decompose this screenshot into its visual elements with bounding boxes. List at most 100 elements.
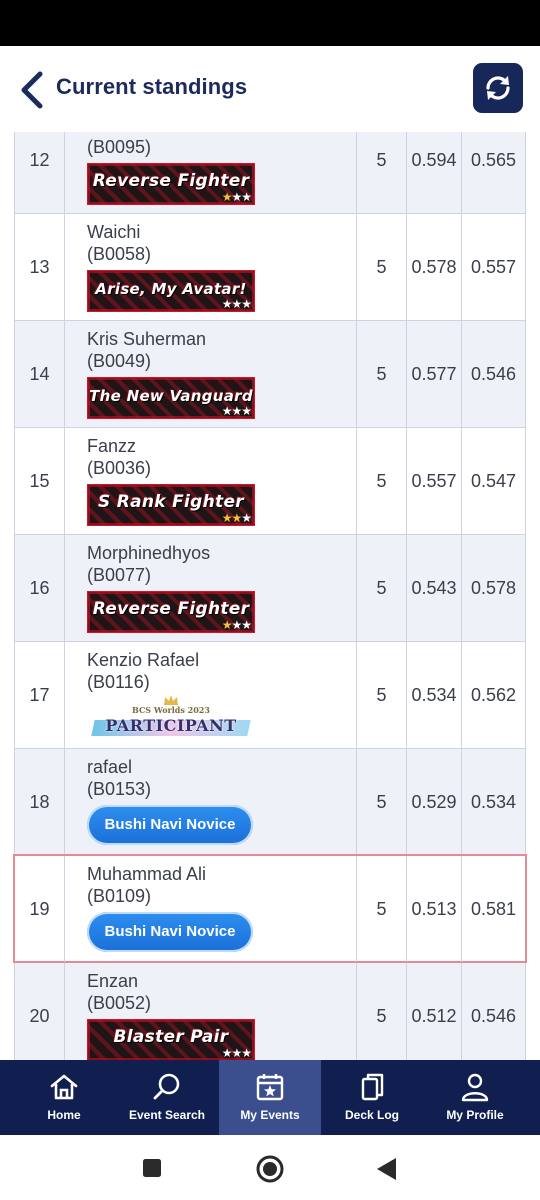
nav-home[interactable]: Home	[14, 1060, 114, 1135]
back-button[interactable]	[14, 70, 50, 110]
nav-deck-log[interactable]: Deck Log	[322, 1060, 422, 1135]
star-icon: ★	[241, 1046, 252, 1060]
star-icon: ★	[241, 511, 252, 525]
rank-value: 19	[29, 899, 50, 919]
table-row[interactable]: 19 Muhammad Ali (B0109) Bushi Navi Novice 5 0…	[13, 854, 527, 963]
badge-container: S Rank Fighter ★★★	[87, 484, 255, 526]
player-name: Fanzz	[87, 436, 137, 456]
rank-cell: 19	[15, 856, 65, 962]
rank-cell: 14	[15, 321, 65, 427]
omw-cell: 0.513	[407, 856, 462, 962]
oomw-cell: 0.578	[462, 535, 525, 641]
back-system-button[interactable]	[374, 1156, 398, 1182]
oomw-value: 0.557	[470, 257, 517, 277]
oomw-cell: 0.581	[462, 856, 525, 962]
badge-container: Reverse Fighter ★★★	[87, 591, 255, 633]
badge-text: Reverse Fighter	[92, 171, 250, 191]
home-icon	[50, 1074, 78, 1100]
table-row[interactable]: 16 Morphinedhyos (B0077) Reverse Fighter ★★★…	[14, 534, 526, 641]
badge-stars: ★★★	[222, 1046, 252, 1060]
player-cell: rafael (B0153) Bushi Navi Novice	[65, 749, 357, 855]
rank-value: 20	[29, 1006, 50, 1026]
home-system-button[interactable]	[256, 1155, 284, 1183]
omw-cell: 0.543	[407, 535, 462, 641]
badge-text: Reverse Fighter	[92, 599, 250, 619]
oomw-cell: 0.534	[462, 749, 525, 855]
player-name: rafael	[87, 757, 133, 777]
player-cell: Fanzz (B0036) S Rank Fighter ★★★	[65, 428, 357, 534]
badge-container: Reverse Fighter ★★★	[87, 163, 255, 205]
badge-stars: ★★★	[221, 618, 252, 632]
nav-my-profile[interactable]: My Profile	[425, 1060, 525, 1135]
omw-cell: 0.577	[407, 321, 462, 427]
badge-container: Arise, My Avatar! ★★★	[87, 270, 255, 312]
table-row[interactable]: 20 Enzan (B0052) Blaster Pair ★★★ 5 0.512 0.546	[14, 962, 526, 1060]
omw-cell: 0.512	[407, 963, 462, 1060]
points-value: 5	[376, 792, 387, 812]
player-name: Waichi	[87, 222, 141, 242]
points-cell: 5	[357, 214, 407, 320]
title-badge: S Rank Fighter ★★★	[87, 484, 255, 526]
chevron-left-icon	[21, 71, 43, 109]
omw-value: 0.534	[411, 685, 457, 705]
nav-event-search[interactable]: Event Search	[117, 1060, 217, 1135]
player-cell: (B0095) Reverse Fighter ★★★	[65, 132, 357, 213]
points-value: 5	[376, 471, 387, 491]
player-id: (B0052)	[87, 993, 152, 1013]
player-id: (B0153)	[87, 779, 152, 799]
table-row[interactable]: 15 Fanzz (B0036) S Rank Fighter ★★★ 5 0.557 0.5…	[14, 427, 526, 534]
oomw-value: 0.534	[470, 792, 517, 812]
oomw-cell: 0.546	[462, 963, 525, 1060]
star-icon: ★	[231, 404, 242, 418]
nav-deck-log-label: Deck Log	[344, 1108, 399, 1122]
player-name: Enzan	[87, 971, 139, 991]
title-badge: Reverse Fighter ★★★	[87, 163, 255, 205]
rank-value: 15	[29, 471, 50, 491]
nav-home-label: Home	[47, 1108, 81, 1122]
oomw-value: 0.547	[470, 471, 517, 491]
points-cell: 5	[357, 856, 407, 962]
star-icon: ★	[221, 190, 233, 204]
refresh-button[interactable]	[473, 63, 523, 113]
table-row[interactable]: 13 Waichi (B0058) Arise, My Avatar! ★★★ 5 0.57…	[14, 213, 526, 320]
title-badge: Arise, My Avatar! ★★★	[87, 270, 255, 312]
star-icon: ★	[231, 1046, 242, 1060]
points-cell: 5	[357, 749, 407, 855]
badge-stars: ★★★	[221, 297, 252, 311]
oomw-value: 0.578	[470, 578, 517, 598]
player-cell: Waichi (B0058) Arise, My Avatar! ★★★	[65, 214, 357, 320]
badge-stars: ★★★	[221, 190, 252, 204]
player-id: (B0116)	[87, 672, 150, 692]
player-name: Morphinedhyos	[87, 543, 211, 563]
omw-cell: 0.557	[407, 428, 462, 534]
star-icon: ★	[241, 297, 252, 311]
badge-container: Bushi Navi Novice	[87, 912, 255, 954]
nav-my-events[interactable]: My Events	[219, 1060, 321, 1135]
player-cell: Morphinedhyos (B0077) Reverse Fighter ★★★	[65, 535, 357, 641]
bottom-nav: Home Event Search My Events Deck Log My …	[0, 1060, 540, 1135]
table-row[interactable]: 17 Kenzio Rafael (B0116) BCS Worlds 2023 PAR…	[14, 641, 526, 748]
standings-table[interactable]: 12 (B0095) Reverse Fighter ★★★ 5 0.594 0.565 13…	[0, 132, 540, 1060]
player-id: (B0036)	[87, 458, 152, 478]
points-cell: 5	[357, 132, 407, 213]
nav-my-events-label: My Events	[240, 1108, 300, 1122]
omw-value: 0.513	[411, 899, 457, 919]
player-id: (B0077)	[87, 565, 152, 585]
oomw-cell: 0.557	[462, 214, 525, 320]
omw-value: 0.594	[411, 150, 457, 170]
star-icon: ★	[221, 618, 233, 632]
omw-value: 0.529	[411, 792, 457, 812]
table-row[interactable]: 12 (B0095) Reverse Fighter ★★★ 5 0.594 0.565	[14, 132, 526, 213]
player-id: (B0049)	[87, 351, 152, 371]
participant-badge: BCS Worlds 2023 PARTICIPANT	[87, 695, 255, 740]
omw-cell: 0.534	[407, 642, 462, 748]
recents-button[interactable]	[141, 1157, 163, 1179]
badge-subtext: BCS Worlds 2023	[132, 705, 210, 715]
points-value: 5	[376, 1006, 387, 1026]
triangle-back-icon	[377, 1158, 396, 1180]
star-icon: ★	[221, 297, 233, 311]
table-row[interactable]: 18 rafael (B0153) Bushi Navi Novice 5 0.529 0.…	[14, 748, 526, 855]
title-badge: Bushi Navi Novice	[87, 805, 253, 845]
star-icon: ★	[231, 297, 242, 311]
table-row[interactable]: 14 Kris Suherman (B0049) The New Vanguard ★★…	[14, 320, 526, 427]
